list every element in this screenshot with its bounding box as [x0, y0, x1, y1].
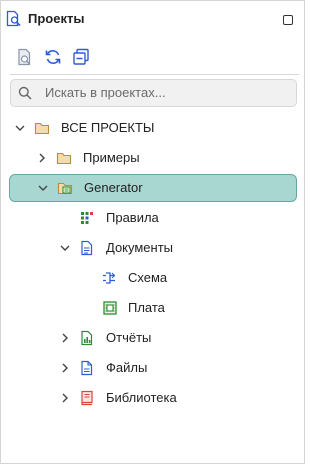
- chevron-right-icon[interactable]: [60, 363, 70, 373]
- tree-item-generator[interactable]: Generator: [9, 174, 297, 202]
- tree-item-documents[interactable]: Документы: [10, 235, 299, 261]
- maximize-icon[interactable]: [283, 15, 293, 25]
- documents-icon: [79, 240, 95, 256]
- project-folder-icon: [57, 180, 73, 196]
- tree-item-label: Плата: [128, 300, 165, 315]
- tree-item-label: Файлы: [106, 360, 148, 375]
- file-icon: [79, 360, 95, 376]
- folder-icon: [56, 150, 72, 166]
- tree-item-files[interactable]: Файлы: [10, 355, 299, 381]
- tree-item-all-projects[interactable]: ВСЕ ПРОЕКТЫ: [10, 115, 299, 141]
- chevron-down-icon[interactable]: [38, 183, 48, 193]
- tree-item-reports[interactable]: Отчёты: [10, 325, 299, 351]
- refresh-icon[interactable]: [43, 47, 63, 67]
- chevron-down-icon[interactable]: [60, 243, 70, 253]
- tree-item-label: Отчёты: [106, 330, 152, 345]
- search-icon: [18, 86, 32, 100]
- tree-item-rules[interactable]: Правила: [10, 205, 299, 231]
- projects-panel: Проекты Искать в проектах... ВСЕ ПРОЕКТЫ…: [0, 0, 305, 464]
- reports-icon: [79, 330, 95, 346]
- tree-item-label: ВСЕ ПРОЕКТЫ: [61, 120, 155, 135]
- toolbar-divider: [10, 74, 299, 75]
- pcb-icon: [102, 300, 118, 316]
- folder-icon: [34, 120, 50, 136]
- tree-item-label: Generator: [84, 180, 143, 195]
- panel-title: Проекты: [28, 11, 85, 26]
- tree-item-label: Библиотека: [106, 390, 177, 405]
- search-box: [10, 79, 297, 107]
- library-icon: [79, 390, 95, 406]
- toolbar: [1, 41, 304, 73]
- tree-item-examples[interactable]: Примеры: [10, 145, 299, 171]
- tree-item-label: Схема: [128, 270, 168, 285]
- tree-item-library[interactable]: Библиотека: [10, 385, 299, 411]
- tree-item-label: Примеры: [83, 150, 140, 165]
- panel-header: Проекты: [1, 1, 304, 37]
- projects-search-icon: [6, 10, 22, 28]
- rules-icon: [79, 210, 95, 226]
- open-project-icon[interactable]: [15, 47, 35, 67]
- search-input[interactable]: [45, 82, 285, 102]
- chevron-right-icon[interactable]: [60, 333, 70, 343]
- chevron-right-icon[interactable]: [60, 393, 70, 403]
- tree-item-label: Правила: [106, 210, 159, 225]
- tree-item-label: Документы: [106, 240, 174, 255]
- collapse-all-icon[interactable]: [71, 47, 91, 67]
- schematic-icon: [102, 270, 118, 286]
- tree-item-board[interactable]: Плата: [10, 295, 299, 321]
- chevron-right-icon[interactable]: [37, 153, 47, 163]
- chevron-down-icon[interactable]: [15, 123, 25, 133]
- tree-item-schema[interactable]: Схема: [10, 265, 299, 291]
